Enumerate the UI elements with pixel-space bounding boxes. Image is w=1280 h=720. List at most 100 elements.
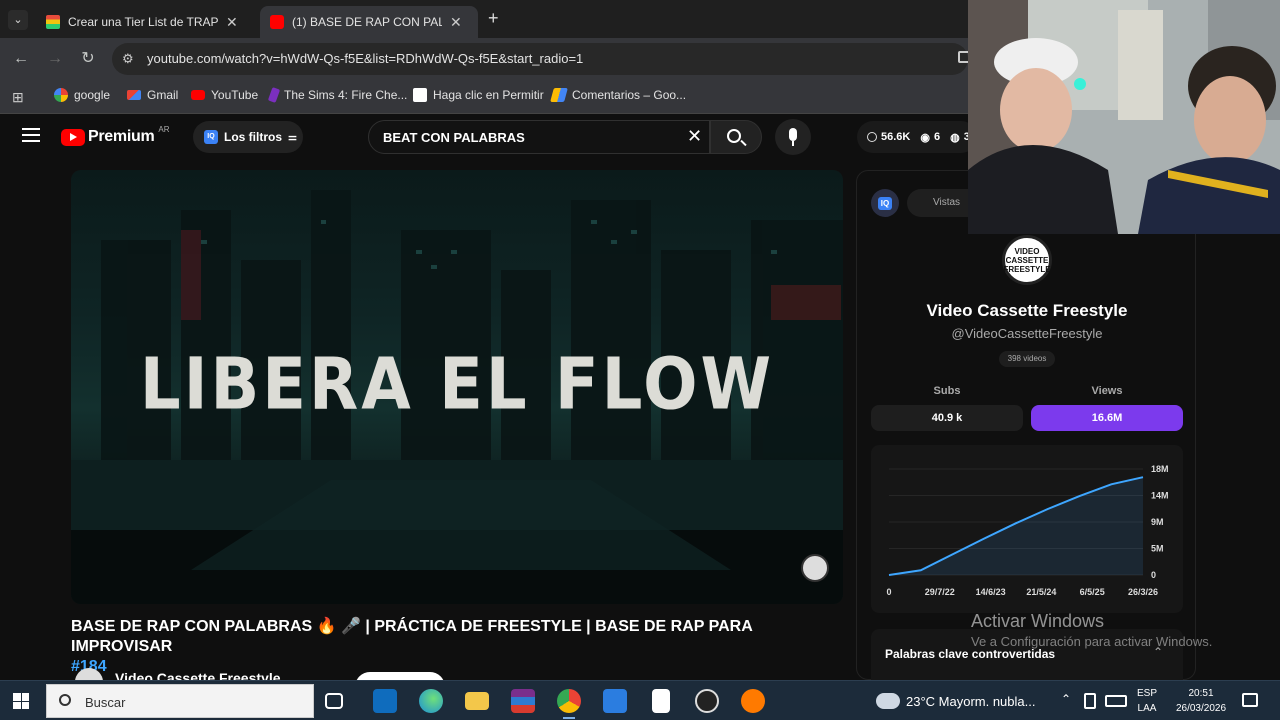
chart-x-tick: 0	[886, 587, 891, 597]
weather-text[interactable]: 23°C Mayorm. nubla...	[906, 694, 1035, 709]
search-input[interactable]: BEAT CON PALABRAS ✕	[368, 120, 710, 154]
views-growth-chart: 18M 14M 9M 5M 0 0 29/7/22 14/6/23 21/5/24 6/5/25 2…	[886, 464, 1169, 597]
iq-icon: IQ	[204, 130, 218, 144]
tab-search-button[interactable]: ⌄	[8, 10, 28, 30]
activate-windows-subtitle: Ve a Configuración para activar Windows.	[971, 634, 1213, 649]
edge-icon[interactable]	[419, 689, 443, 713]
sims-icon	[267, 87, 281, 103]
views-value[interactable]: 16.6M	[1031, 405, 1183, 431]
subs-value[interactable]: 40.9 k	[871, 405, 1023, 431]
tab-strip: ⌄ Crear una Tier List de TRAPERO ✕ (1) B…	[0, 0, 968, 38]
browser-toolbar: ← → ↻ ⚙ youtube.com/watch?v=hWdW-Qs-f5E&…	[0, 38, 970, 80]
views-chart-card[interactable]: 18M 14M 9M 5M 0 0 29/7/22 14/6/23 21/5/24 6/5/25 2…	[871, 445, 1183, 613]
subscribe-button[interactable]	[355, 672, 445, 680]
chart-x-tick: 26/3/26	[1128, 587, 1158, 597]
keyboard-icon[interactable]	[1105, 695, 1127, 707]
youtube-logo[interactable]: Premium AR	[61, 125, 170, 146]
youtube-favicon	[270, 15, 284, 29]
webcam-overlay	[968, 0, 1280, 234]
file-explorer-icon[interactable]	[465, 692, 489, 710]
bookmark-google[interactable]: google	[54, 88, 110, 102]
video-player[interactable]: LIBERA EL FLOW	[71, 170, 843, 604]
windows-start-icon[interactable]	[13, 693, 29, 709]
close-icon[interactable]: ✕	[226, 14, 238, 31]
outlook-icon[interactable]	[373, 689, 397, 713]
webcam-image	[968, 0, 1280, 234]
activate-windows-title: Activar Windows	[971, 611, 1105, 631]
search-icon	[727, 129, 741, 143]
tab-tierlist[interactable]: Crear una Tier List de TRAPERO ✕	[36, 6, 258, 38]
tierlist-favicon	[46, 15, 60, 29]
chart-y-tick: 9M	[1151, 517, 1164, 527]
menu-icon[interactable]	[22, 128, 40, 142]
views-label: Views	[1091, 385, 1123, 397]
weather-icon[interactable]	[876, 693, 900, 709]
chart-y-tick: 0	[1151, 570, 1156, 580]
channel-handle: @VideoCassetteFreestyle	[951, 326, 1103, 341]
bookmark-permitir[interactable]: Haga clic en Permitir	[413, 88, 544, 102]
address-bar[interactable]: ⚙ youtube.com/watch?v=hWdW-Qs-f5E&list=R…	[112, 43, 970, 75]
forward-button[interactable]: →	[44, 48, 66, 70]
chrome-icon[interactable]	[557, 689, 581, 719]
winrar-icon[interactable]	[511, 689, 535, 713]
clock[interactable]: 20:51 26/03/2026	[1170, 686, 1232, 716]
chart-x-tick: 6/5/25	[1080, 587, 1105, 597]
site-info-icon[interactable]: ⚙	[122, 51, 134, 67]
microphone-icon	[789, 128, 797, 141]
notepad-icon[interactable]	[652, 689, 670, 713]
clear-search-icon[interactable]: ✕	[687, 126, 702, 147]
tray-chevron-icon[interactable]: ⌃	[1061, 692, 1071, 706]
chart-x-tick: 14/6/23	[976, 587, 1006, 597]
gmail-icon	[127, 90, 141, 100]
bookmark-youtube[interactable]: YouTube	[191, 88, 258, 102]
tab-youtube[interactable]: (1) BASE DE RAP CON PALABRA ✕	[260, 6, 478, 38]
video-overlay-text: LIBERA EL FLOW	[139, 343, 775, 427]
channel-logo[interactable]: VIDEO CASSETTE FREESTYLE	[1002, 235, 1052, 285]
search-icon	[59, 694, 71, 706]
network-icon[interactable]	[1084, 693, 1096, 709]
stats-pill[interactable]: 56.6K ◉ 6 ◍ 37	[857, 121, 977, 153]
comment-icon: ◍	[950, 131, 960, 144]
channel-watermark-logo[interactable]	[801, 554, 829, 582]
channel-stats-panel: IQ Vistas VIDEO CASSETTE FREESTYLE Video C…	[856, 170, 1196, 681]
page-icon	[413, 88, 427, 102]
channel-name: Video Cassette Freestyle	[926, 301, 1128, 320]
taskbar-search-box[interactable]: Buscar	[46, 684, 314, 718]
youtube-icon	[191, 90, 205, 100]
search-button[interactable]	[710, 120, 762, 154]
youtube-header: Premium AR IQ Los filtros ⚌ BEAT CON PAL…	[0, 114, 977, 160]
avast-icon[interactable]	[741, 689, 765, 713]
url-text[interactable]: youtube.com/watch?v=hWdW-Qs-f5E&list=RDh…	[147, 51, 583, 66]
bookmark-gmail[interactable]: Gmail	[127, 88, 178, 102]
clock-icon	[867, 132, 877, 142]
ads-icon	[550, 88, 568, 102]
bookmark-sims[interactable]: The Sims 4: Fire Che...	[267, 87, 407, 103]
google-icon	[54, 88, 68, 102]
channel-avatar[interactable]	[75, 668, 103, 680]
obs-icon[interactable]	[695, 689, 719, 713]
channel-row: Video Cassette Freestyle	[75, 668, 855, 680]
apps-grid-icon[interactable]: ⊞	[12, 89, 24, 106]
chart-area	[889, 477, 1143, 575]
back-button[interactable]: ←	[10, 48, 32, 70]
notifications-icon[interactable]	[1242, 693, 1258, 707]
chart-x-tick: 21/5/24	[1026, 587, 1056, 597]
eye-icon: ◉	[920, 131, 930, 144]
bookmark-comentarios[interactable]: Comentarios – Goo...	[550, 88, 686, 102]
chart-y-tick: 5M	[1151, 544, 1164, 554]
iq-icon: IQ	[878, 197, 892, 210]
language-indicator[interactable]: ESP LAA	[1137, 686, 1157, 716]
reload-button[interactable]: ↻	[77, 48, 99, 70]
windows-taskbar: Buscar 23°C Mayorm. nubla... ⌃ ESP LAA 2…	[0, 680, 1280, 720]
voice-search-button[interactable]	[775, 119, 811, 155]
chart-y-tick: 14M	[1151, 491, 1169, 501]
close-icon[interactable]: ✕	[450, 14, 462, 31]
panel-tab-iq[interactable]: IQ	[871, 189, 899, 217]
subs-label: Subs	[933, 385, 961, 397]
chart-y-tick: 18M	[1151, 464, 1169, 474]
bookmarks-bar: ⊞ google Gmail YouTube The Sims 4: Fire …	[0, 80, 968, 114]
new-tab-button[interactable]: +	[488, 8, 499, 29]
store-icon[interactable]	[603, 689, 627, 713]
filters-button[interactable]: IQ Los filtros ⚌	[193, 121, 303, 153]
task-view-icon[interactable]	[325, 693, 343, 709]
